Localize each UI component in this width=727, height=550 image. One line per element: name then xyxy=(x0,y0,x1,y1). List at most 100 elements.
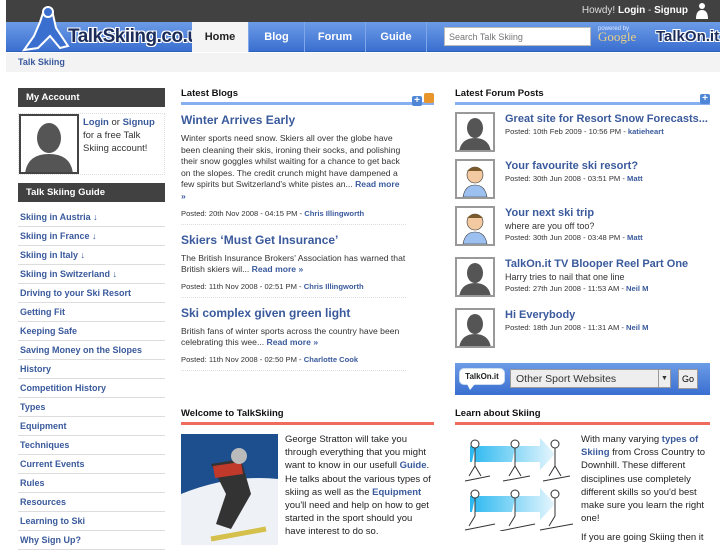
forum-post: TalkOn.it TV Blooper Reel Part One Harry … xyxy=(455,257,710,308)
guide-link[interactable]: Rules xyxy=(18,474,165,493)
guide-link[interactable]: Keeping Safe xyxy=(18,322,165,341)
author-link[interactable]: Charlotte Cook xyxy=(304,355,358,364)
author-link[interactable]: Matt xyxy=(627,174,643,183)
tab-blog[interactable]: Blog xyxy=(248,22,304,52)
author-link[interactable]: Neil M xyxy=(626,284,648,293)
default-avatar-icon[interactable] xyxy=(455,257,495,297)
author-link[interactable]: Chris Illingworth xyxy=(304,282,364,291)
forum-post-list: Great site for Resort Snow Forecasts... P… xyxy=(455,112,710,355)
site-logo[interactable]: TalkSkiing.co.uk xyxy=(16,6,209,54)
guide-link[interactable]: Learning to Ski xyxy=(18,512,165,531)
post-meta: Posted: 30th Jun 2008 - 03:48 PM - Matt xyxy=(505,233,710,242)
account-signup-link[interactable]: Signup xyxy=(123,117,155,128)
blog-excerpt: British fans of winter sports across the… xyxy=(181,326,406,349)
forum-post: Your favourite ski resort? Posted: 30th J… xyxy=(455,159,710,206)
guide-link[interactable]: Skiing in Austria ↓ xyxy=(18,208,165,227)
select-value: Other Sport Websites xyxy=(516,373,617,385)
guide-link[interactable]: Why Sign Up? xyxy=(18,531,165,550)
main-nav: TalkSkiing.co.uk Home Blog Forum Guide p… xyxy=(6,6,720,52)
breadcrumb-home[interactable]: Talk Skiing xyxy=(18,57,65,67)
equipment-link[interactable]: Equipment xyxy=(372,487,421,498)
post-meta: Posted: 30th Jun 2008 - 03:51 PM - Matt xyxy=(505,174,710,183)
post-title[interactable]: Your next ski trip xyxy=(505,206,710,219)
go-button[interactable]: Go xyxy=(678,369,698,389)
guide-link[interactable]: Equipment xyxy=(18,417,165,436)
forum-title: Latest Forum Posts xyxy=(455,88,544,99)
guide-link[interactable]: Skiing in France ↓ xyxy=(18,227,165,246)
user-avatar[interactable] xyxy=(455,159,495,199)
blog-meta: Posted: 11th Nov 2008 - 02:50 PM - Charl… xyxy=(181,355,406,364)
author-link[interactable]: Chris Illingworth xyxy=(304,209,364,218)
guide-heading: Talk Skiing Guide xyxy=(18,183,165,202)
blog-title[interactable]: Ski complex given green light xyxy=(181,306,406,320)
other-sites-select[interactable]: Other Sport Websites ▼ xyxy=(510,369,671,388)
learn-section: Learn about Skiing With many varying typ… xyxy=(455,408,710,545)
account-prompt: Login or Signup for a free Talk Skiing a… xyxy=(83,116,165,155)
forum-heading: Latest Forum Posts xyxy=(455,88,710,105)
guide-link[interactable]: Getting Fit xyxy=(18,303,165,322)
account-login-link[interactable]: Login xyxy=(83,117,109,128)
author-link[interactable]: Neil M xyxy=(626,323,648,332)
post-title[interactable]: Your favourite ski resort? xyxy=(505,159,710,172)
read-more-link[interactable]: Read more » xyxy=(252,264,304,274)
guide-link[interactable]: Techniques xyxy=(18,436,165,455)
blog-title[interactable]: Winter Arrives Early xyxy=(181,113,406,127)
signup-link[interactable]: Signup xyxy=(654,5,688,16)
powered-by-google: powered by Google xyxy=(598,25,636,43)
rss-icon[interactable] xyxy=(424,93,434,103)
post-title[interactable]: TalkOn.it TV Blooper Reel Part One xyxy=(505,257,710,270)
guide-link[interactable]: Skiing in Switzerland ↓ xyxy=(18,265,165,284)
post-meta: Posted: 10th Feb 2009 - 10:56 PM - katie… xyxy=(505,127,710,136)
guide-link[interactable]: Guide xyxy=(400,460,427,471)
forum-post: Hi Everybody Posted: 18th Jun 2008 - 11:3… xyxy=(455,308,710,355)
user-avatar[interactable] xyxy=(455,206,495,246)
account-box: Login or Signup for a free Talk Skiing a… xyxy=(18,113,165,175)
welcome-heading: Welcome to TalkSkiing xyxy=(181,408,434,425)
logo-text: TalkSkiing.co.uk xyxy=(68,26,209,47)
talkon-logo[interactable]: TalkOn.it xyxy=(656,28,719,45)
blog-item: Skiers ‘Must Get Insurance’ The British I… xyxy=(181,233,406,298)
posted-date: Posted: 18th Jun 2008 - 11:31 AM - xyxy=(505,323,624,332)
blog-excerpt: The British Insurance Brokers' Associati… xyxy=(181,253,406,276)
guide-link[interactable]: Saving Money on the Slopes xyxy=(18,341,165,360)
add-icon[interactable]: + xyxy=(700,94,710,104)
learn-heading: Learn about Skiing xyxy=(455,408,710,425)
guide-link[interactable]: Driving to your Ski Resort xyxy=(18,284,165,303)
guide-link[interactable]: Current Events xyxy=(18,455,165,474)
tab-guide[interactable]: Guide xyxy=(365,22,427,52)
post-meta: Posted: 27th Jun 2008 - 11:53 AM - Neil … xyxy=(505,284,710,293)
skier-photo xyxy=(181,434,278,545)
latest-blogs: Latest Blogs + Winter Arrives Early Winte… xyxy=(181,88,434,371)
dropdown-arrow-icon[interactable]: ▼ xyxy=(658,370,670,387)
blog-title[interactable]: Skiers ‘Must Get Insurance’ xyxy=(181,233,406,247)
latest-forum-posts: Latest Forum Posts + Great site for Reso… xyxy=(455,88,710,355)
learn-text-2: from Cross Country to Downhill. These di… xyxy=(581,447,706,525)
post-title[interactable]: Hi Everybody xyxy=(505,308,710,321)
add-icon[interactable]: + xyxy=(412,96,422,106)
posted-date: Posted: 30th Jun 2008 - 03:48 PM - xyxy=(505,233,625,242)
posted-date: Posted: 20th Nov 2008 - 04:15 PM - xyxy=(181,208,303,218)
user-icon[interactable] xyxy=(694,2,710,20)
guide-link[interactable]: Skiing in Italy ↓ xyxy=(18,246,165,265)
posted-date: Posted: 30th Jun 2008 - 03:51 PM - xyxy=(505,174,625,183)
search-input[interactable] xyxy=(444,27,591,46)
author-link[interactable]: Matt xyxy=(627,233,643,242)
author-link[interactable]: katieheart xyxy=(628,127,664,136)
default-avatar-icon[interactable] xyxy=(455,308,495,348)
default-avatar-icon[interactable] xyxy=(455,112,495,152)
separator: - xyxy=(647,5,652,16)
user-links: Howdy! Login - Signup xyxy=(582,5,688,16)
guide-link[interactable]: Competition History xyxy=(18,379,165,398)
guide-link[interactable]: Resources xyxy=(18,493,165,512)
post-title[interactable]: Great site for Resort Snow Forecasts... xyxy=(505,112,710,125)
tab-home[interactable]: Home xyxy=(192,22,248,52)
tab-forum[interactable]: Forum xyxy=(304,22,365,52)
learn-text-1: With many varying xyxy=(581,434,662,445)
read-more-link[interactable]: Read more » xyxy=(267,337,319,347)
guide-link[interactable]: History xyxy=(18,360,165,379)
guide-link[interactable]: Types xyxy=(18,398,165,417)
login-link[interactable]: Login xyxy=(618,5,645,16)
latest-blogs-heading: Latest Blogs xyxy=(181,88,434,105)
skier-logo-icon xyxy=(21,6,70,52)
guide-links: Skiing in Austria ↓ Skiing in France ↓ Ski… xyxy=(18,208,165,550)
